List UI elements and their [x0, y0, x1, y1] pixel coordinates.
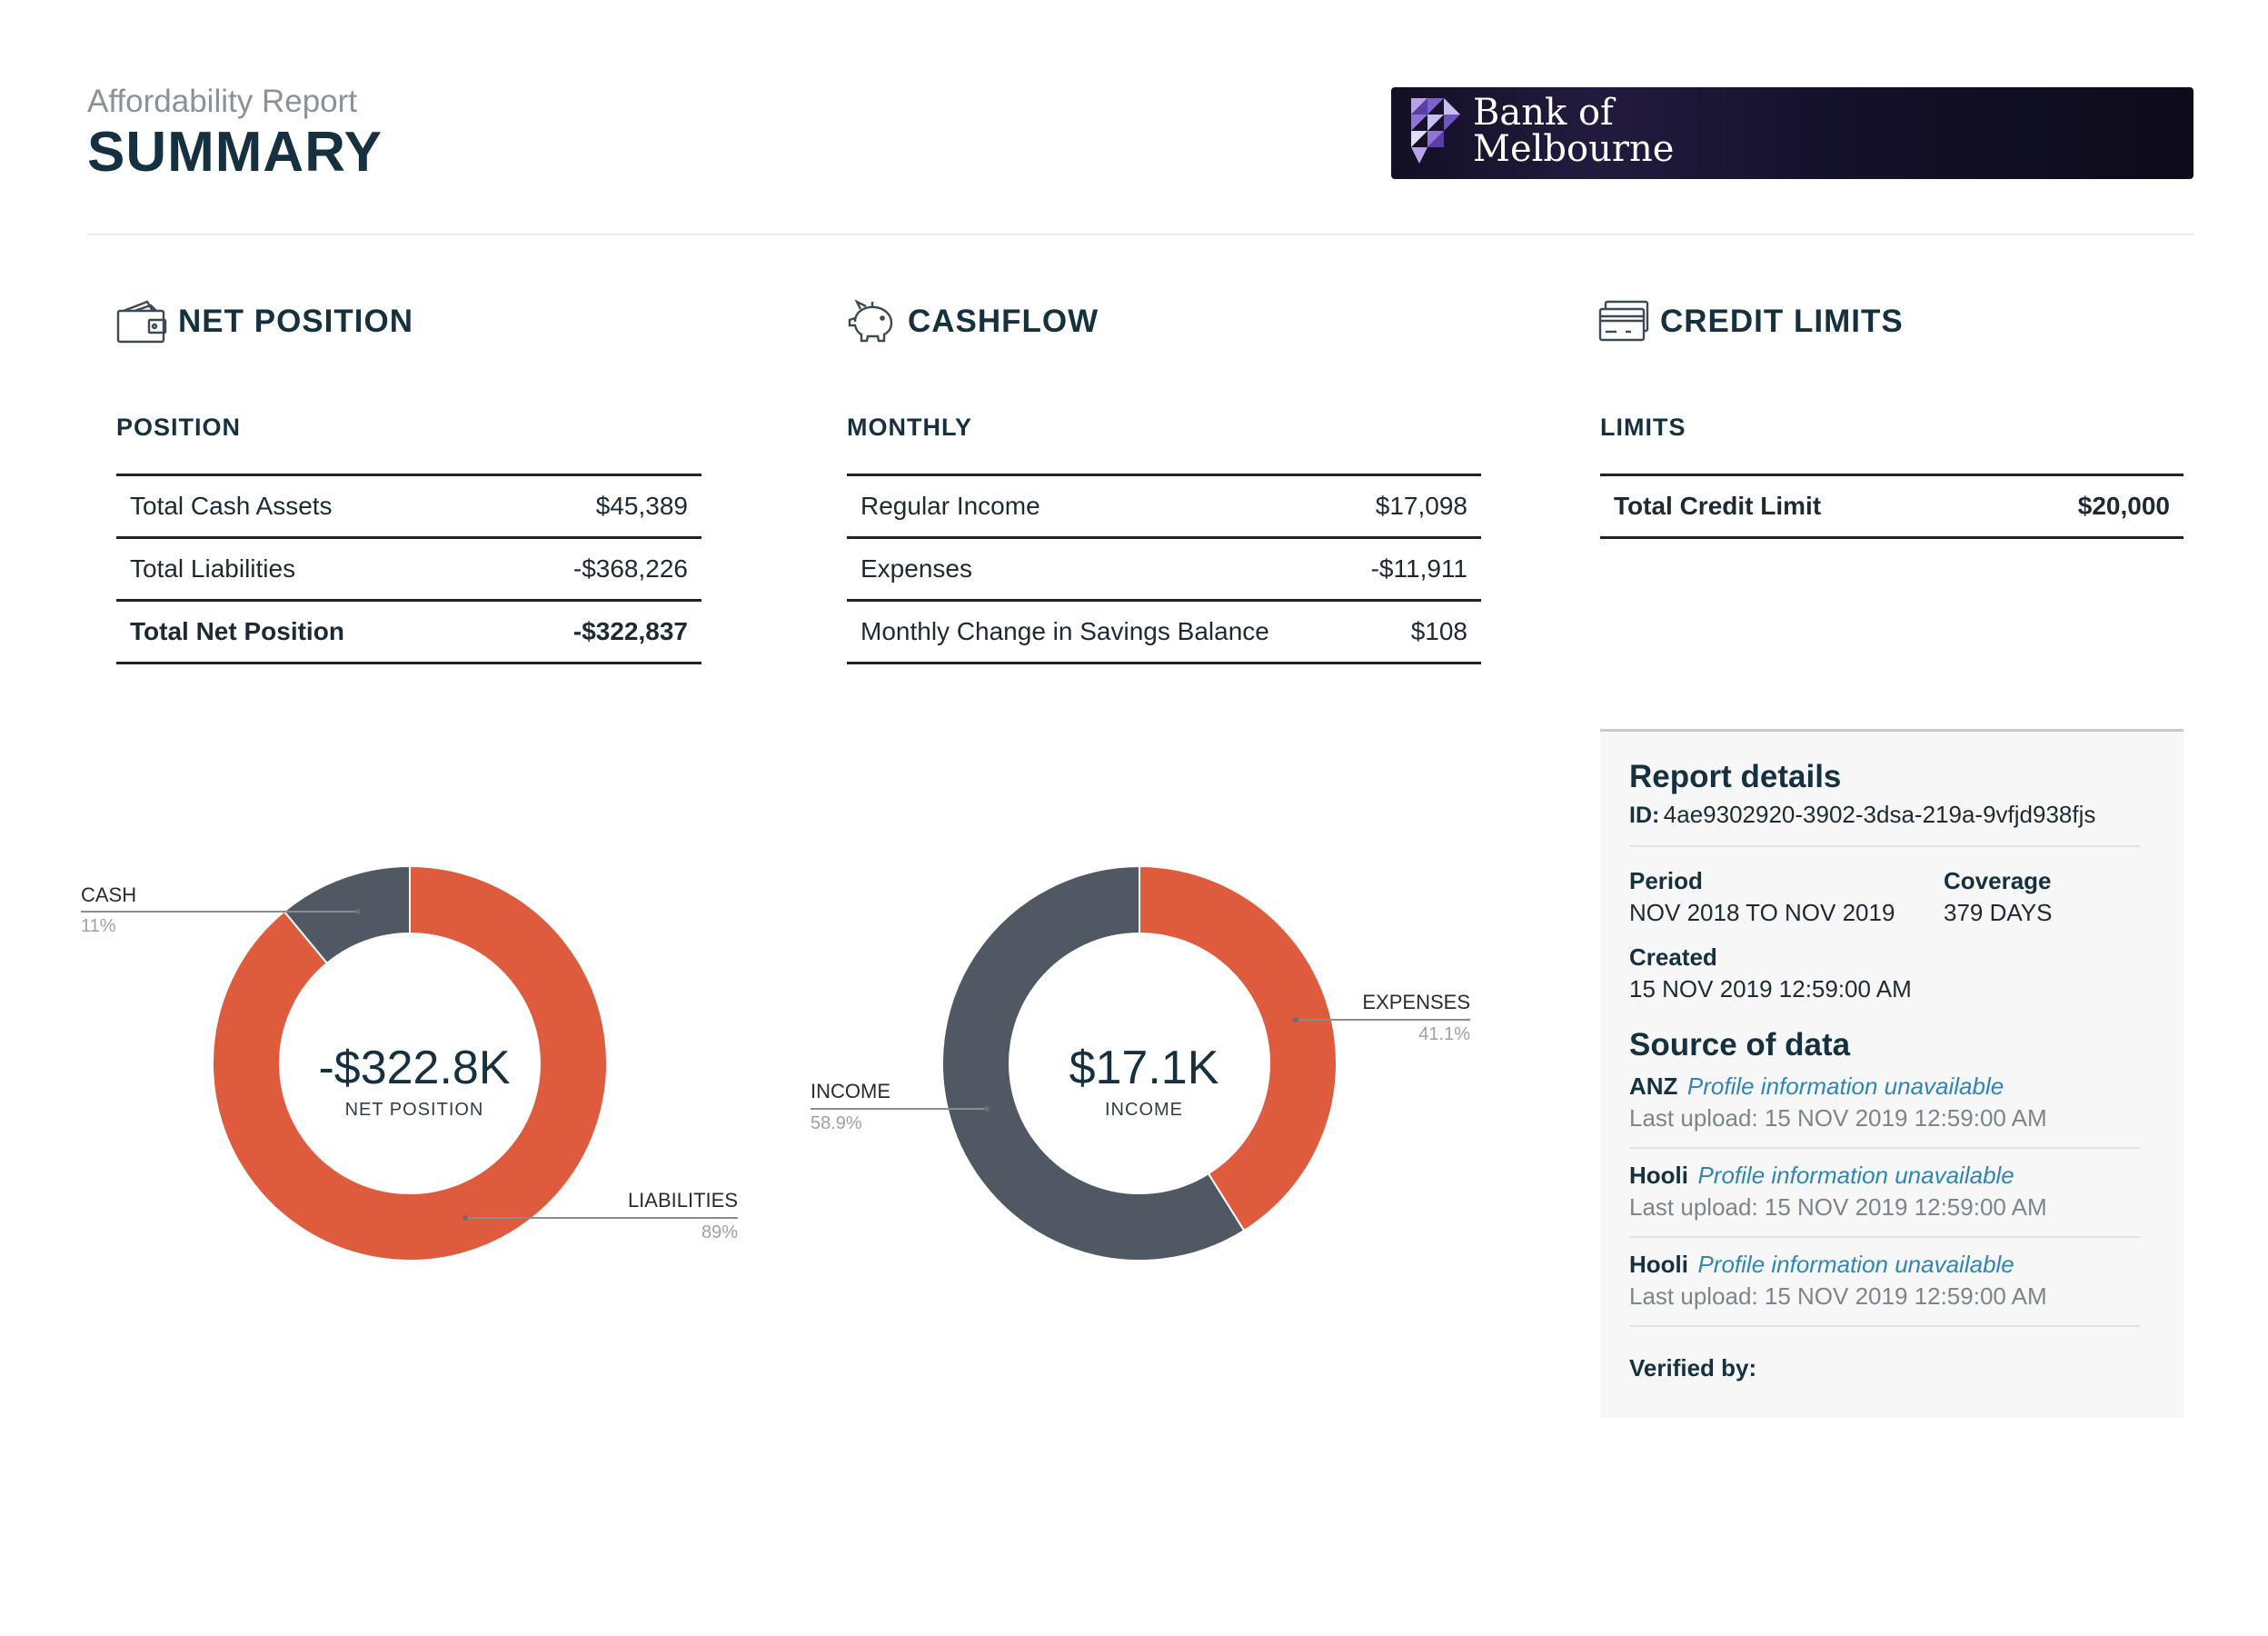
- net-position-center-value: -$322.8K: [318, 1042, 511, 1094]
- row-value: $17,098: [1375, 492, 1467, 520]
- brand-name-line2: Melbourne: [1473, 128, 1675, 170]
- credit-limits-heading: CREDIT LIMITS: [1598, 298, 1904, 345]
- cashflow-center-caption: INCOME: [1105, 1100, 1183, 1120]
- table-row: Monthly Change in Savings Balance $108: [847, 602, 1481, 664]
- row-value: -$322,837: [572, 617, 688, 645]
- piggy-bank-icon: [848, 299, 893, 343]
- table-row: Total Cash Assets $45,389: [116, 476, 701, 539]
- expenses-slice-label: EXPENSES: [1362, 991, 1470, 1013]
- income-slice-percent: 58.9%: [811, 1113, 862, 1133]
- report-id-value: 4ae9302920-3902-3dsa-219a-9vfjd938fjs: [1663, 801, 2096, 828]
- liabilities-slice-percent: 89%: [701, 1222, 738, 1242]
- source-of-data-title: Source of data: [1629, 1027, 1851, 1062]
- leader-dot-liabilities: [463, 1215, 468, 1221]
- table-row-total: Total Net Position -$322,837: [116, 602, 701, 664]
- row-value: $45,389: [595, 492, 688, 520]
- header-divider: [87, 234, 2193, 235]
- leader-dot-expenses: [1293, 1017, 1298, 1022]
- monthly-subheading: MONTHLY: [847, 414, 973, 441]
- last-upload-text: Last upload: 15 NOV 2019 12:59:00 AM: [1629, 1282, 2047, 1310]
- table-row: Total Liabilities -$368,226: [116, 539, 701, 602]
- period-coverage-row: Period NOV 2018 TO NOV 2019 Coverage 379…: [1629, 867, 2154, 927]
- net-position-title: NET POSITION: [178, 304, 413, 339]
- row-value: $20,000: [2077, 492, 2170, 520]
- source-name: Hooli: [1629, 1251, 1688, 1278]
- divider: [1629, 1236, 2140, 1238]
- report-id: ID: 4ae9302920-3902-3dsa-219a-9vfjd938fj…: [1629, 801, 2154, 829]
- row-label: Total Net Position: [130, 617, 344, 645]
- profile-info-link[interactable]: Profile information unavailable: [1697, 1251, 2014, 1278]
- table-row: Expenses -$11,911: [847, 539, 1481, 602]
- coverage-value: 379 DAYS: [1944, 899, 2053, 926]
- row-label: Expenses: [860, 554, 972, 583]
- created-label: Created: [1629, 943, 1717, 971]
- cashflow-heading: CASHFLOW: [846, 298, 1099, 345]
- brand-name-line1: Bank of: [1473, 92, 1614, 134]
- brand-name: Bank of Melbourne: [1473, 95, 1674, 167]
- report-details-title: Report details: [1629, 759, 1842, 794]
- divider: [1629, 1147, 2140, 1149]
- row-label: Regular Income: [860, 492, 1040, 520]
- last-upload-text: Last upload: 15 NOV 2019 12:59:00 AM: [1629, 1104, 2047, 1132]
- liabilities-slice-label: LIABILITIES: [627, 1189, 738, 1212]
- expenses-slice-percent: 41.1%: [1418, 1024, 1470, 1044]
- credit-card-icon: [1598, 300, 1649, 342]
- wallet-icon: [116, 300, 167, 344]
- bank-logo-icon: [1411, 98, 1460, 164]
- net-position-center-caption: NET POSITION: [344, 1100, 484, 1120]
- table-row: Regular Income $17,098: [847, 476, 1481, 539]
- brand-banner: Bank of Melbourne: [1391, 87, 2193, 179]
- source-item: Hooli Profile information unavailable La…: [1629, 1162, 2154, 1222]
- report-details-panel: Report details ID: 4ae9302920-3902-3dsa-…: [1600, 729, 2183, 1418]
- created-value: 15 NOV 2019 12:59:00 AM: [1629, 975, 1912, 1003]
- source-name: ANZ: [1629, 1072, 1678, 1100]
- row-value: $108: [1410, 617, 1467, 645]
- row-label: Monthly Change in Savings Balance: [860, 617, 1269, 645]
- leader-dot-cash: [355, 909, 361, 914]
- row-label: Total Cash Assets: [130, 492, 333, 520]
- cash-slice-percent: 11%: [81, 916, 116, 936]
- cashflow-center-value: $17.1K: [1069, 1042, 1219, 1094]
- period-value: NOV 2018 TO NOV 2019: [1629, 899, 1895, 926]
- row-value: -$11,911: [1370, 554, 1467, 583]
- divider: [1629, 845, 2140, 847]
- credit-limits-table: Total Credit Limit $20,000: [1600, 474, 2183, 539]
- divider: [1629, 1325, 2140, 1327]
- coverage-label: Coverage: [1944, 867, 2052, 894]
- cash-slice-label: CASH: [81, 883, 137, 906]
- cashflow-table: Regular Income $17,098 Expenses -$11,911…: [847, 474, 1481, 664]
- source-name: Hooli: [1629, 1162, 1688, 1189]
- row-value: -$368,226: [572, 554, 688, 583]
- table-row-total: Total Credit Limit $20,000: [1600, 476, 2183, 539]
- position-subheading: POSITION: [116, 414, 242, 441]
- verified-by-label: Verified by:: [1629, 1354, 1757, 1382]
- income-slice-label: INCOME: [811, 1080, 890, 1102]
- report-id-label: ID:: [1629, 803, 1660, 828]
- net-position-heading: NET POSITION: [116, 298, 413, 345]
- source-item: ANZ Profile information unavailable Last…: [1629, 1072, 2154, 1132]
- profile-info-link[interactable]: Profile information unavailable: [1697, 1162, 2014, 1189]
- leader-dot-income: [984, 1106, 990, 1112]
- period-label: Period: [1629, 867, 1703, 894]
- last-upload-text: Last upload: 15 NOV 2019 12:59:00 AM: [1629, 1193, 2047, 1221]
- cashflow-title: CASHFLOW: [908, 304, 1099, 339]
- page-title: SUMMARY: [87, 121, 383, 184]
- row-label: Total Liabilities: [130, 554, 296, 583]
- profile-info-link[interactable]: Profile information unavailable: [1687, 1072, 2004, 1100]
- limits-subheading: LIMITS: [1600, 414, 1686, 441]
- row-label: Total Credit Limit: [1614, 492, 1822, 520]
- source-item: Hooli Profile information unavailable La…: [1629, 1251, 2154, 1311]
- net-position-table: Total Cash Assets $45,389 Total Liabilit…: [116, 474, 701, 664]
- credit-limits-title: CREDIT LIMITS: [1660, 304, 1904, 339]
- report-subtitle: Affordability Report: [87, 84, 358, 119]
